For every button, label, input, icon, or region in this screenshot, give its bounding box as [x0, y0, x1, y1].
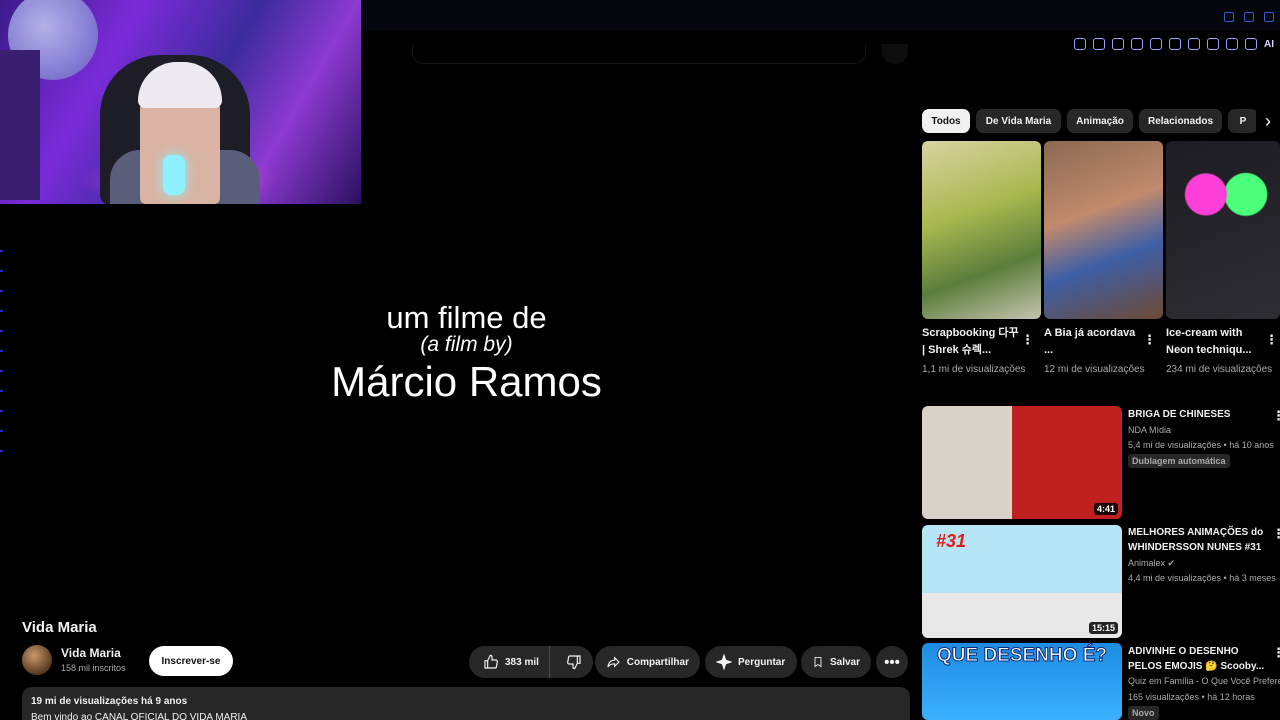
- video-channel[interactable]: Quiz em Família - O Que Você Prefere: [1128, 676, 1280, 686]
- like-dislike-group: 383 mil: [469, 646, 593, 678]
- record-icon[interactable]: [1150, 38, 1162, 50]
- chip-relacionados[interactable]: Relacionados: [1139, 109, 1222, 133]
- video-meta: 4,4 mi de visualizações • há 3 meses: [1128, 573, 1276, 583]
- short-thumbnail[interactable]: [1044, 141, 1163, 319]
- video-title[interactable]: BRIGA DE CHINESES: [1128, 407, 1270, 422]
- like-count: 383 mil: [505, 656, 539, 668]
- new-badge: Novo: [1128, 706, 1159, 720]
- share-icon: [607, 656, 620, 668]
- more-horizontal-icon: •••: [884, 653, 900, 671]
- short-views: 234 mi de visualizações: [1166, 364, 1273, 375]
- ask-label: Perguntar: [738, 656, 786, 668]
- more-vertical-icon[interactable]: ⋮: [1143, 332, 1156, 348]
- auto-dub-badge: Dublagem automática: [1128, 454, 1230, 468]
- short-title[interactable]: Scrapbooking 다꾸 | Shrek 슈렉...: [922, 325, 1022, 359]
- chip-todos[interactable]: Todos: [922, 109, 970, 133]
- subscribe-button[interactable]: Inscrever-se: [149, 646, 233, 676]
- video-credit-director: Márcio Ramos: [331, 358, 602, 405]
- minimize-icon[interactable]: [1244, 12, 1254, 22]
- short-title[interactable]: Ice-cream with Neon techniqu...: [1166, 325, 1266, 359]
- like-button[interactable]: 383 mil: [469, 646, 550, 678]
- video-meta: 165 visualizações • há 12 horas: [1128, 692, 1255, 702]
- sparkle-icon: [716, 654, 732, 670]
- chip-more[interactable]: P: [1228, 109, 1258, 133]
- video-channel[interactable]: Animalex ✔: [1128, 558, 1175, 569]
- save-label: Salvar: [829, 656, 860, 668]
- streamer-webcam-overlay: [0, 0, 361, 204]
- chevron-right-icon[interactable]: ›: [1256, 108, 1280, 134]
- more-vertical-icon[interactable]: ⋮: [1272, 526, 1280, 542]
- short-views: 12 mi de visualizações: [1044, 364, 1145, 375]
- tree-decoration: [0, 50, 40, 200]
- share-label: Compartilhar: [626, 656, 689, 668]
- chip-de-vida-maria[interactable]: De Vida Maria: [976, 109, 1061, 133]
- download-icon[interactable]: [1245, 38, 1257, 50]
- video-channel[interactable]: NDA Mídia: [1128, 425, 1171, 435]
- short-views: 1,1 mi de visualizações: [922, 364, 1026, 375]
- video-meta: 5,4 mi de visualizações • há 10 anos: [1128, 440, 1274, 450]
- description-text: Bem vindo ao CANAL OFICIAL DO VIDA MARIA: [31, 712, 247, 720]
- heart-icon[interactable]: [1188, 38, 1200, 50]
- short-thumbnail[interactable]: [1166, 141, 1280, 319]
- video-thumbnail[interactable]: #31 15:15: [922, 525, 1122, 638]
- chip-animacao[interactable]: Animação: [1067, 109, 1133, 133]
- search-icon[interactable]: [1224, 12, 1234, 22]
- thumbnail-text: #31: [936, 531, 967, 551]
- share-button[interactable]: Compartilhar: [595, 646, 700, 678]
- browser-extension-icons: AI: [1074, 38, 1274, 50]
- dislike-button[interactable]: [556, 646, 592, 678]
- extensions-icon[interactable]: [1207, 38, 1219, 50]
- video-title[interactable]: MELHORES ANIMAÇÕES do WHINDERSSON NUNES …: [1128, 525, 1270, 555]
- video-title[interactable]: ADIVINHE O DESENHO PELOS EMOJIS 🤔 Scooby…: [1128, 644, 1270, 674]
- thumbnail-text: QUE DESENHO É?: [937, 645, 1108, 667]
- glowing-microphone: [163, 155, 185, 195]
- video-title: Vida Maria: [22, 619, 97, 636]
- voice-search-button[interactable]: [882, 44, 908, 64]
- channel-avatar[interactable]: [22, 645, 52, 675]
- zoom-icon[interactable]: [1074, 38, 1086, 50]
- more-vertical-icon[interactable]: ⋮: [1265, 332, 1278, 348]
- more-vertical-icon[interactable]: ⋮: [1272, 645, 1280, 661]
- more-actions-button[interactable]: •••: [876, 646, 908, 678]
- subscriber-count: 158 mil inscritos: [61, 663, 126, 673]
- channel-name[interactable]: Vida Maria: [61, 646, 121, 660]
- description-box[interactable]: 19 mi de visualizações há 9 anos Bem vin…: [22, 687, 910, 720]
- window-controls: [1224, 12, 1274, 22]
- pin-icon[interactable]: [1093, 38, 1105, 50]
- more-vertical-icon[interactable]: ⋮: [1272, 408, 1280, 424]
- thumbs-down-icon: [566, 655, 581, 670]
- ai-button[interactable]: AI: [1264, 39, 1274, 50]
- video-duration: 4:41: [1093, 503, 1118, 515]
- video-credit-line: um filme de: [386, 300, 547, 335]
- video-thumbnail[interactable]: 4:41: [922, 406, 1122, 519]
- shield-icon[interactable]: [1131, 38, 1143, 50]
- bookmark-icon: [814, 657, 822, 668]
- thumbs-up-icon: [484, 654, 498, 669]
- profile-icon[interactable]: [1226, 38, 1238, 50]
- video-thumbnail[interactable]: QUE DESENHO É?: [922, 643, 1122, 720]
- crop-icon[interactable]: [1112, 38, 1124, 50]
- video-credit-translation: (a film by): [420, 333, 513, 356]
- video-duration: 15:15: [1088, 622, 1118, 634]
- search-bar[interactable]: [412, 44, 866, 64]
- description-meta: 19 mi de visualizações há 9 anos: [31, 696, 188, 707]
- ask-button[interactable]: Perguntar: [705, 646, 797, 678]
- play-icon[interactable]: [1169, 38, 1181, 50]
- more-vertical-icon[interactable]: ⋮: [1021, 332, 1034, 348]
- short-thumbnail[interactable]: [922, 141, 1041, 319]
- maximize-icon[interactable]: [1264, 12, 1274, 22]
- save-button[interactable]: Salvar: [801, 646, 871, 678]
- short-title[interactable]: A Bia já acordava ...: [1044, 325, 1144, 359]
